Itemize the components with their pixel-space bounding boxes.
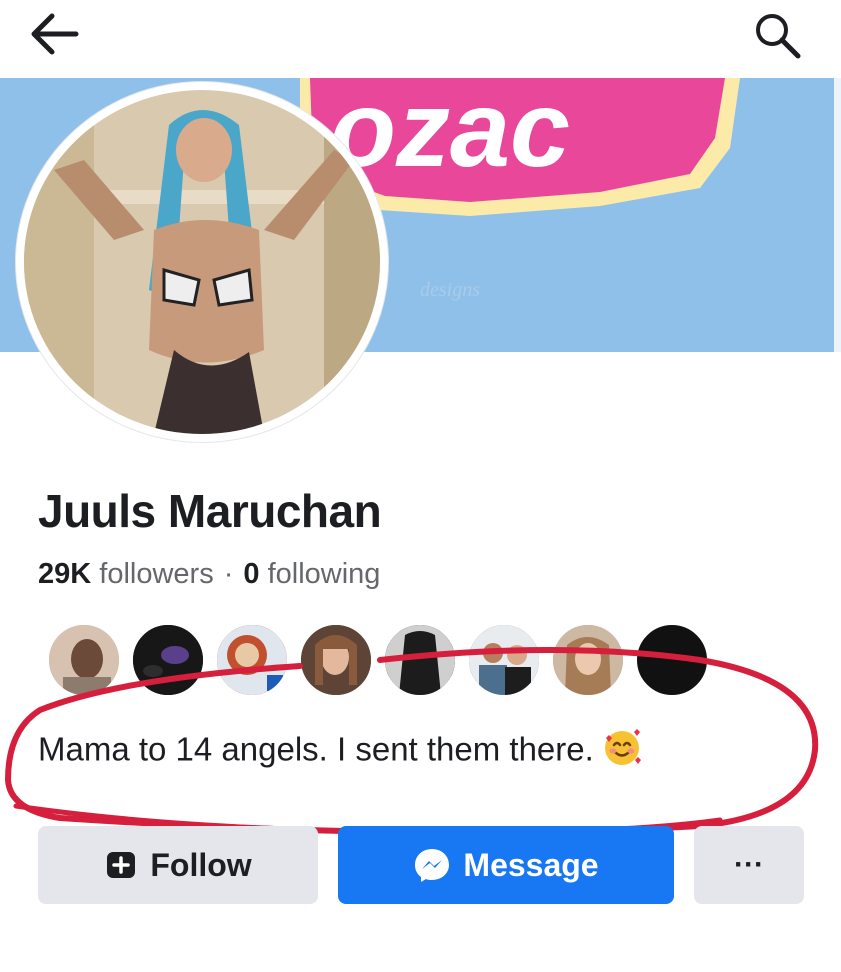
- friend-photo: [133, 625, 203, 695]
- follow-stats: 29K followers · 0 following: [38, 558, 380, 591]
- mutual-friend-avatar[interactable]: [382, 622, 458, 698]
- friend-photo: [385, 625, 455, 695]
- friend-photo: [49, 625, 119, 695]
- mutual-friends-row: ···: [46, 622, 726, 698]
- profile-photo: [24, 90, 380, 434]
- following-count: 0: [243, 558, 260, 590]
- mutual-friend-avatar[interactable]: [46, 622, 122, 698]
- messenger-icon: [413, 846, 451, 884]
- follow-button[interactable]: Follow: [38, 826, 318, 904]
- smiling-face-with-hearts-icon: [602, 728, 642, 776]
- friend-photo: [553, 625, 623, 695]
- mutual-friend-avatar[interactable]: [466, 622, 542, 698]
- following-link[interactable]: 0 following: [243, 558, 380, 590]
- following-label: following: [267, 558, 381, 590]
- profile-name: Juuls Maruchan: [38, 485, 382, 537]
- top-bar: [0, 0, 841, 78]
- friend-photo: [469, 625, 539, 695]
- followers-label: followers: [99, 558, 214, 590]
- mutual-friend-avatar[interactable]: [214, 622, 290, 698]
- more-options-icon: ···: [734, 848, 764, 881]
- more-options-button[interactable]: ···: [694, 826, 804, 904]
- message-label: Message: [463, 846, 599, 883]
- mutual-friend-avatar[interactable]: [550, 622, 626, 698]
- back-button[interactable]: [24, 8, 84, 60]
- friend-photo: [301, 625, 371, 695]
- arrow-left-icon: [31, 13, 79, 55]
- profile-avatar[interactable]: [16, 82, 388, 442]
- mutual-friend-avatar[interactable]: [130, 622, 206, 698]
- follow-label: Follow: [150, 846, 252, 883]
- more-mutuals-label: ···: [659, 643, 685, 668]
- mutual-friend-avatar[interactable]: [298, 622, 374, 698]
- friend-photo: [217, 625, 287, 695]
- followers-count: 29K: [38, 558, 92, 590]
- message-button[interactable]: Message: [338, 826, 674, 904]
- cover-watermark: designs: [420, 279, 480, 301]
- profile-bio: Mama to 14 angels. I sent them there.: [38, 728, 642, 776]
- search-icon: [756, 14, 801, 59]
- add-friend-icon: [104, 848, 138, 882]
- search-button[interactable]: [748, 8, 808, 60]
- bio-text: Mama to 14 angels. I sent them there.: [38, 730, 594, 768]
- stats-separator: ·: [223, 558, 234, 590]
- followers-link[interactable]: 29K followers: [38, 558, 214, 590]
- cover-edge: [834, 78, 841, 352]
- more-mutual-friends[interactable]: ···: [634, 622, 710, 698]
